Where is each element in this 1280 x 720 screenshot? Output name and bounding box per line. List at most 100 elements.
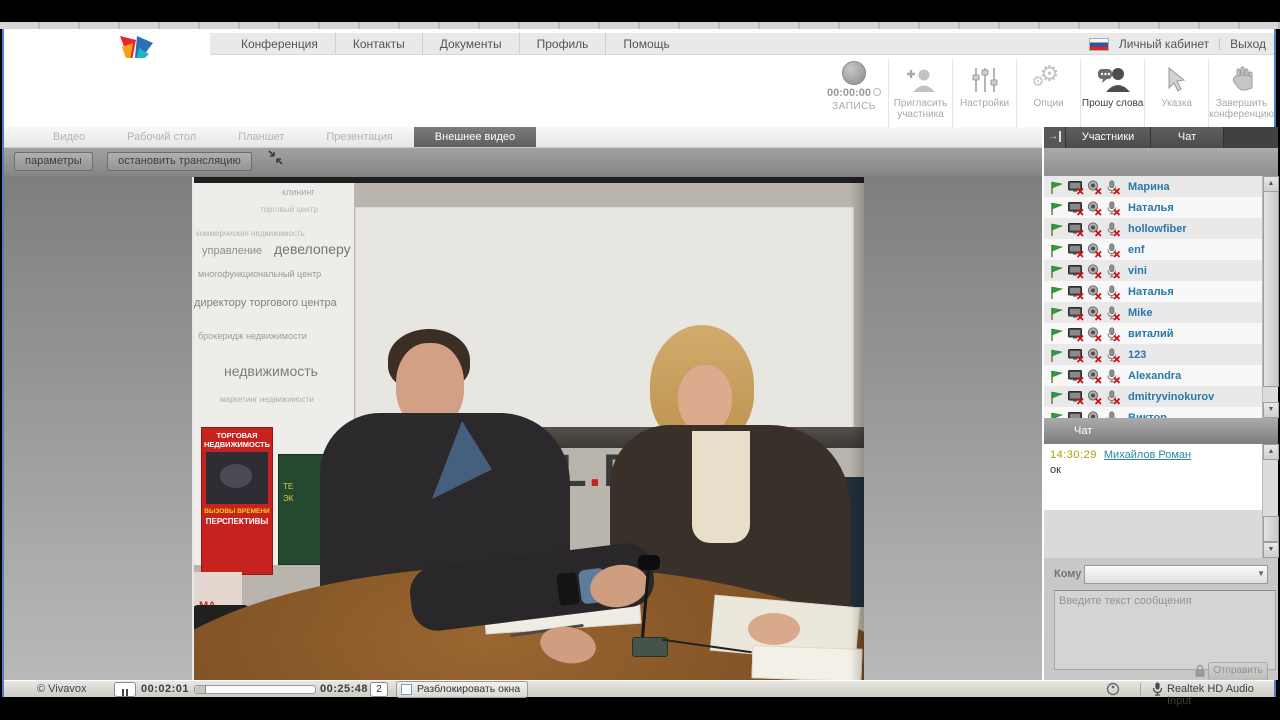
screen-share-off-icon (1068, 369, 1085, 384)
chevron-down-icon: ▼ (1257, 569, 1265, 578)
tab-video[interactable]: Видео (32, 127, 106, 147)
hand-raise-flag-icon (1049, 201, 1066, 215)
mic-off-icon (1106, 222, 1123, 237)
webcam-status-icon[interactable] (1106, 682, 1120, 701)
participant-name[interactable]: enf (1128, 244, 1145, 256)
message-author-link[interactable]: Михайлов Роман (1104, 449, 1191, 461)
end-conference-button[interactable]: Завершить конференцию (1208, 58, 1274, 127)
webcam-off-icon (1087, 347, 1104, 363)
recipient-select[interactable]: ▼ (1084, 565, 1268, 584)
total-time: 00:25:48 (320, 683, 369, 695)
end-conference-hand-icon (1228, 62, 1256, 98)
seek-slider[interactable] (194, 685, 316, 694)
record-indicator-icon (873, 88, 882, 96)
webcam-off-icon (1087, 326, 1104, 342)
microphone-input-icon[interactable] (1152, 682, 1163, 701)
participant-name[interactable]: Марина (1128, 181, 1170, 193)
mic-off-icon (1106, 369, 1123, 384)
participant-row[interactable]: виталий (1044, 323, 1278, 344)
participant-name[interactable]: 123 (1128, 349, 1146, 361)
conference-toolbar: 00:00:00 ЗАПИСЬ Пригласить участника Нас… (4, 58, 1274, 127)
stop-broadcast-button[interactable]: остановить трансляцию (107, 152, 252, 171)
unlock-checkbox[interactable] (401, 684, 412, 695)
collapse-panel-button[interactable]: → (1044, 127, 1066, 148)
participant-name[interactable]: dmitryvinokurov (1128, 391, 1214, 403)
tab-external-video[interactable]: Внешнее видео (413, 127, 537, 147)
participant-row[interactable]: hollowfiber (1044, 218, 1278, 239)
webcam-off-icon (1087, 368, 1104, 384)
menu-item[interactable]: Профиль (520, 33, 607, 55)
screen-share-off-icon (1068, 390, 1085, 405)
pointer-button[interactable]: Указка (1144, 58, 1208, 127)
invite-participant-button[interactable]: Пригласить участника (888, 58, 952, 127)
participant-name[interactable]: Наталья (1128, 202, 1174, 214)
webcam-off-icon (1087, 200, 1104, 216)
hand-raise-flag-icon (1049, 369, 1066, 383)
tab-desktop[interactable]: Рабочий стол (106, 127, 217, 147)
participant-row[interactable]: enf (1044, 239, 1278, 260)
scroll-down-arrow[interactable]: ▼ (1263, 542, 1279, 558)
participants-scrollbar[interactable]: ▲ ▼ (1262, 176, 1279, 418)
participant-name[interactable]: vini (1128, 265, 1147, 277)
participant-name[interactable]: hollowfiber (1128, 223, 1187, 235)
mic-off-icon (1106, 180, 1123, 195)
top-menubar: Конференция Контакты Документы Профиль Помощ… (210, 33, 1274, 55)
pause-button[interactable] (114, 682, 136, 697)
copyright-label: © Vivavox (37, 683, 87, 695)
request-floor-button[interactable]: Прошу слова (1080, 58, 1144, 127)
desktop-strip (0, 22, 1280, 29)
russian-flag-icon[interactable] (1088, 37, 1109, 51)
participant-name[interactable]: Alexandra (1128, 370, 1181, 382)
message-compose-area: Кому ▼ Введите текст сообщения Отправить (1044, 558, 1278, 681)
send-button[interactable]: Отправить (1208, 662, 1268, 681)
chat-scrollbar[interactable]: ▲ ▼ (1262, 444, 1279, 558)
participant-row[interactable]: vini (1044, 260, 1278, 281)
tab-chat[interactable]: Чат (1151, 127, 1224, 148)
tab-tablet[interactable]: Планшет (217, 127, 305, 147)
participant-name[interactable]: Mike (1128, 307, 1152, 319)
participant-row[interactable]: 123 (1044, 344, 1278, 365)
participant-list: Марина Наталья hollowfiber enf vini Ната… (1044, 176, 1278, 418)
participant-row[interactable]: Alexandra (1044, 365, 1278, 386)
tab-participants[interactable]: Участники (1066, 127, 1151, 148)
scrollbar-thumb[interactable] (1263, 191, 1279, 387)
participant-row[interactable]: Марина (1044, 176, 1278, 197)
divider (1219, 38, 1221, 50)
participant-row[interactable]: Виктор (1044, 407, 1278, 418)
participant-row[interactable]: Mike (1044, 302, 1278, 323)
settings-button[interactable]: Настройки (952, 58, 1016, 127)
menu-item[interactable]: Помощь (606, 33, 686, 55)
invite-participant-icon (905, 62, 937, 98)
scroll-up-arrow[interactable]: ▲ (1263, 444, 1279, 460)
wristwatch (556, 571, 580, 607)
unlock-windows-control[interactable]: Разблокировать окна (396, 681, 528, 698)
screen-share-off-icon (1068, 411, 1085, 418)
scroll-up-arrow[interactable]: ▲ (1263, 176, 1279, 192)
panel-tabs: → Участники Чат (1044, 127, 1278, 148)
message-input[interactable]: Введите текст сообщения (1054, 590, 1276, 670)
scrollbar-thumb[interactable] (1263, 516, 1279, 542)
participant-name[interactable]: Наталья (1128, 286, 1174, 298)
options-button[interactable]: ⚙ ⚙ Опции (1016, 58, 1080, 127)
tab-presentation[interactable]: Презентация (305, 127, 413, 147)
mic-off-icon (1106, 243, 1123, 258)
logout-link[interactable]: Выход (1230, 37, 1266, 51)
resize-video-icon[interactable] (268, 150, 283, 170)
record-block[interactable]: 00:00:00 ЗАПИСЬ (822, 58, 886, 127)
scroll-down-arrow[interactable]: ▼ (1263, 402, 1279, 418)
menu-item[interactable]: Документы (423, 33, 520, 55)
windows-count-button[interactable]: 2 (370, 682, 388, 697)
participant-row[interactable]: Наталья (1044, 281, 1278, 302)
participant-row[interactable]: Наталья (1044, 197, 1278, 218)
menu-item[interactable]: Контакты (336, 33, 423, 55)
elapsed-time: 00:02:01 (141, 683, 190, 695)
hand-raise-flag-icon (1049, 390, 1066, 404)
menu-item[interactable]: Конференция (224, 33, 336, 55)
personal-cabinet-link[interactable]: Личный кабинет (1119, 37, 1209, 51)
participant-name[interactable]: виталий (1128, 328, 1174, 340)
account-area: Личный кабинет Выход (1088, 33, 1266, 55)
record-button-icon[interactable] (842, 61, 866, 85)
webcam-off-icon (1087, 284, 1104, 300)
participant-row[interactable]: dmitryvinokurov (1044, 386, 1278, 407)
params-button[interactable]: параметры (14, 152, 93, 171)
